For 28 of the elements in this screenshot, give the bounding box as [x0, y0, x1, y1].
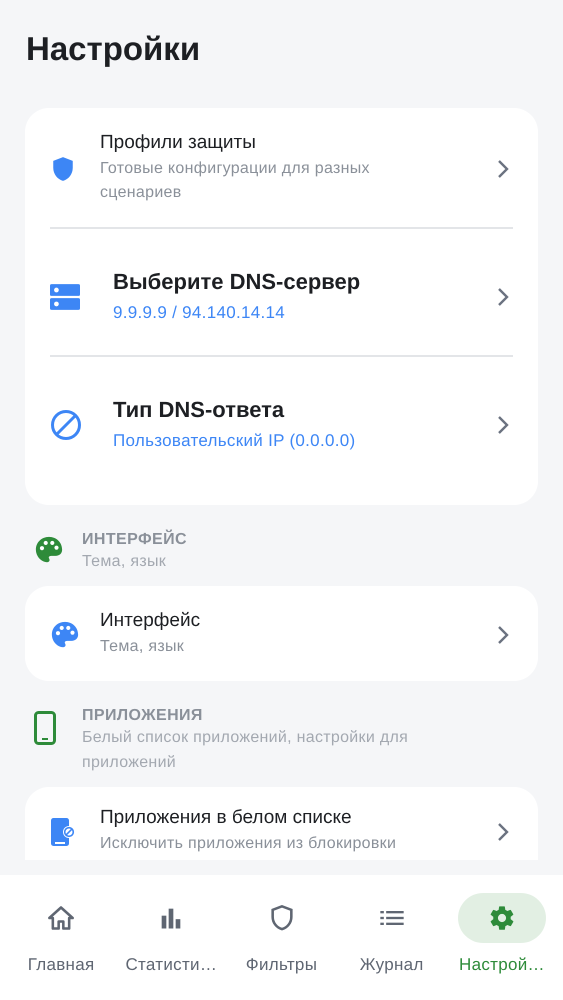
chevron-icon: [497, 822, 509, 842]
settings-icon: [488, 904, 516, 932]
page-title: Настройки: [25, 29, 202, 69]
section-title: ПРИЛОЖЕНИЯ: [82, 707, 204, 725]
phone-blocked-icon: [50, 816, 76, 846]
palette-icon: [34, 535, 64, 565]
nav-tab[interactable]: Настрой…: [446, 875, 558, 1000]
palette-icon: [50, 620, 80, 650]
nav-tab[interactable]: Статисти…: [116, 875, 226, 1000]
chevron-icon: [497, 158, 509, 178]
block-icon: [50, 409, 82, 441]
nav-tab[interactable]: Главная: [6, 875, 116, 1000]
settings-item[interactable]: Тип DNS-ответа Пользовательский IP (0.0.0.0): [25, 357, 538, 505]
settings-item[interactable]: Приложения в белом списке Исключить приложения из блокировки: [25, 789, 538, 860]
section-title: ИНТЕРФЕЙС: [82, 531, 187, 549]
settings-item[interactable]: Профили защиты Готовые конфигурации для разных сценариев: [25, 110, 538, 227]
nav-tab[interactable]: Фильтры: [226, 875, 337, 1000]
section-subtitle: Тема, язык: [82, 552, 168, 572]
home-icon: [47, 904, 76, 932]
section-subtitle: Белый список приложений, настройки для приложений: [82, 728, 410, 773]
settings-item[interactable]: Интерфейс Тема, язык: [25, 588, 538, 681]
phone-icon: [34, 711, 56, 745]
nav-tab[interactable]: Журнал: [336, 875, 447, 1000]
settings-item[interactable]: Выберите DNS-сервер 9.9.9.9 / 94.140.14.14: [25, 229, 538, 355]
chevron-icon: [497, 287, 509, 307]
chevron-icon: [497, 415, 509, 435]
chevron-icon: [497, 624, 509, 644]
server-icon: [50, 282, 80, 312]
